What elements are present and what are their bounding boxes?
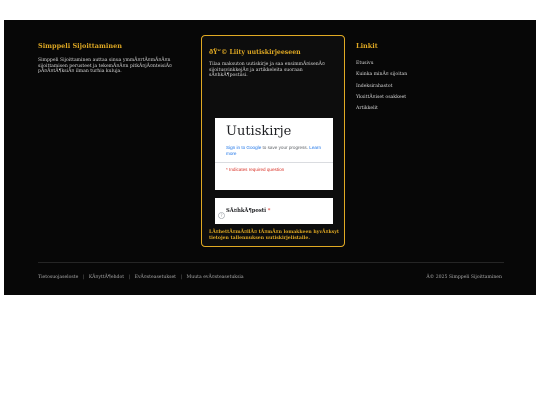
required-asterisk: * <box>266 208 271 214</box>
email-label-text: SÃ¤hkÃ¶posti <box>226 208 267 214</box>
about-section: Simppeli Sijoittaminen Simppeli Sijoitta… <box>38 42 178 75</box>
email-field[interactable]: ? SÃ¤hkÃ¶posti * <box>215 198 333 224</box>
footer-link-how-i-invest[interactable]: Kuinka minÃ¤ sijoitan <box>356 69 446 80</box>
help-circle-icon: ? <box>218 204 225 219</box>
email-field-label: SÃ¤hkÃ¶posti * <box>226 208 270 214</box>
privacy-link[interactable]: Tietosuojaseloste <box>38 275 78 280</box>
newsletter-title: ðŸ“© Liity uutiskirjeeseen <box>209 49 301 56</box>
links-list: Etusivu Kuinka minÃ¤ sijoitan Indeksirah… <box>356 58 446 114</box>
form-divider <box>215 161 333 163</box>
site-footer: Simppeli Sijoittaminen Simppeli Sijoitta… <box>4 20 536 295</box>
separator: | <box>180 275 183 280</box>
footer-link-index-funds[interactable]: Indeksirahastot <box>356 81 446 92</box>
footer-divider <box>38 262 504 263</box>
links-title: Linkit <box>356 42 378 50</box>
consent-note: LÃ¤hettÃ¤mÃ¤llÃ¤ tÃ¤mÃ¤n lomakkeen hyvÃ¤… <box>209 230 340 241</box>
change-cookie-settings-link[interactable]: Muuta evÃ¤steasetuksia <box>187 275 244 280</box>
svg-text:?: ? <box>220 213 222 218</box>
terms-link[interactable]: KÃ¤yttÃ¶ehdot <box>89 275 124 280</box>
required-note: * Indicates required question <box>226 166 285 172</box>
signin-text: to save your progress. <box>261 145 310 150</box>
embedded-form-card: Uutiskirje Sign in to Google to save you… <box>215 118 333 190</box>
links-section: Linkit Etusivu Kuinka minÃ¤ sijoitan Ind… <box>356 42 446 114</box>
copyright: Â© 2025 Simppeli Sijoittaminen <box>426 275 502 280</box>
signin-notice: Sign in to Google to save your progress.… <box>226 145 322 157</box>
footer-link-home[interactable]: Etusivu <box>356 58 446 69</box>
legal-links: Tietosuojaseloste | KÃ¤yttÃ¶ehdot | EvÃ¤… <box>38 275 244 280</box>
newsletter-description: Tilaa maksuton uutiskirje ja saa ensimmÃ… <box>209 62 325 79</box>
signin-link[interactable]: Sign in to Google <box>226 145 261 150</box>
about-title: Simppeli Sijoittaminen <box>38 42 122 50</box>
cookie-settings-link[interactable]: EvÃ¤steasetukset <box>135 275 176 280</box>
separator: | <box>128 275 131 280</box>
about-text: Simppeli Sijoittaminen auttaa sinua ymmÃ… <box>38 58 172 74</box>
footer-link-articles[interactable]: Artikkelit <box>356 103 446 114</box>
newsletter-box: ðŸ“© Liity uutiskirjeeseen Tilaa maksuto… <box>201 35 345 247</box>
footer-link-stocks[interactable]: YksittÃ¤iset osakkeet <box>356 92 446 103</box>
form-heading: Uutiskirje <box>226 124 292 139</box>
separator: | <box>82 275 85 280</box>
